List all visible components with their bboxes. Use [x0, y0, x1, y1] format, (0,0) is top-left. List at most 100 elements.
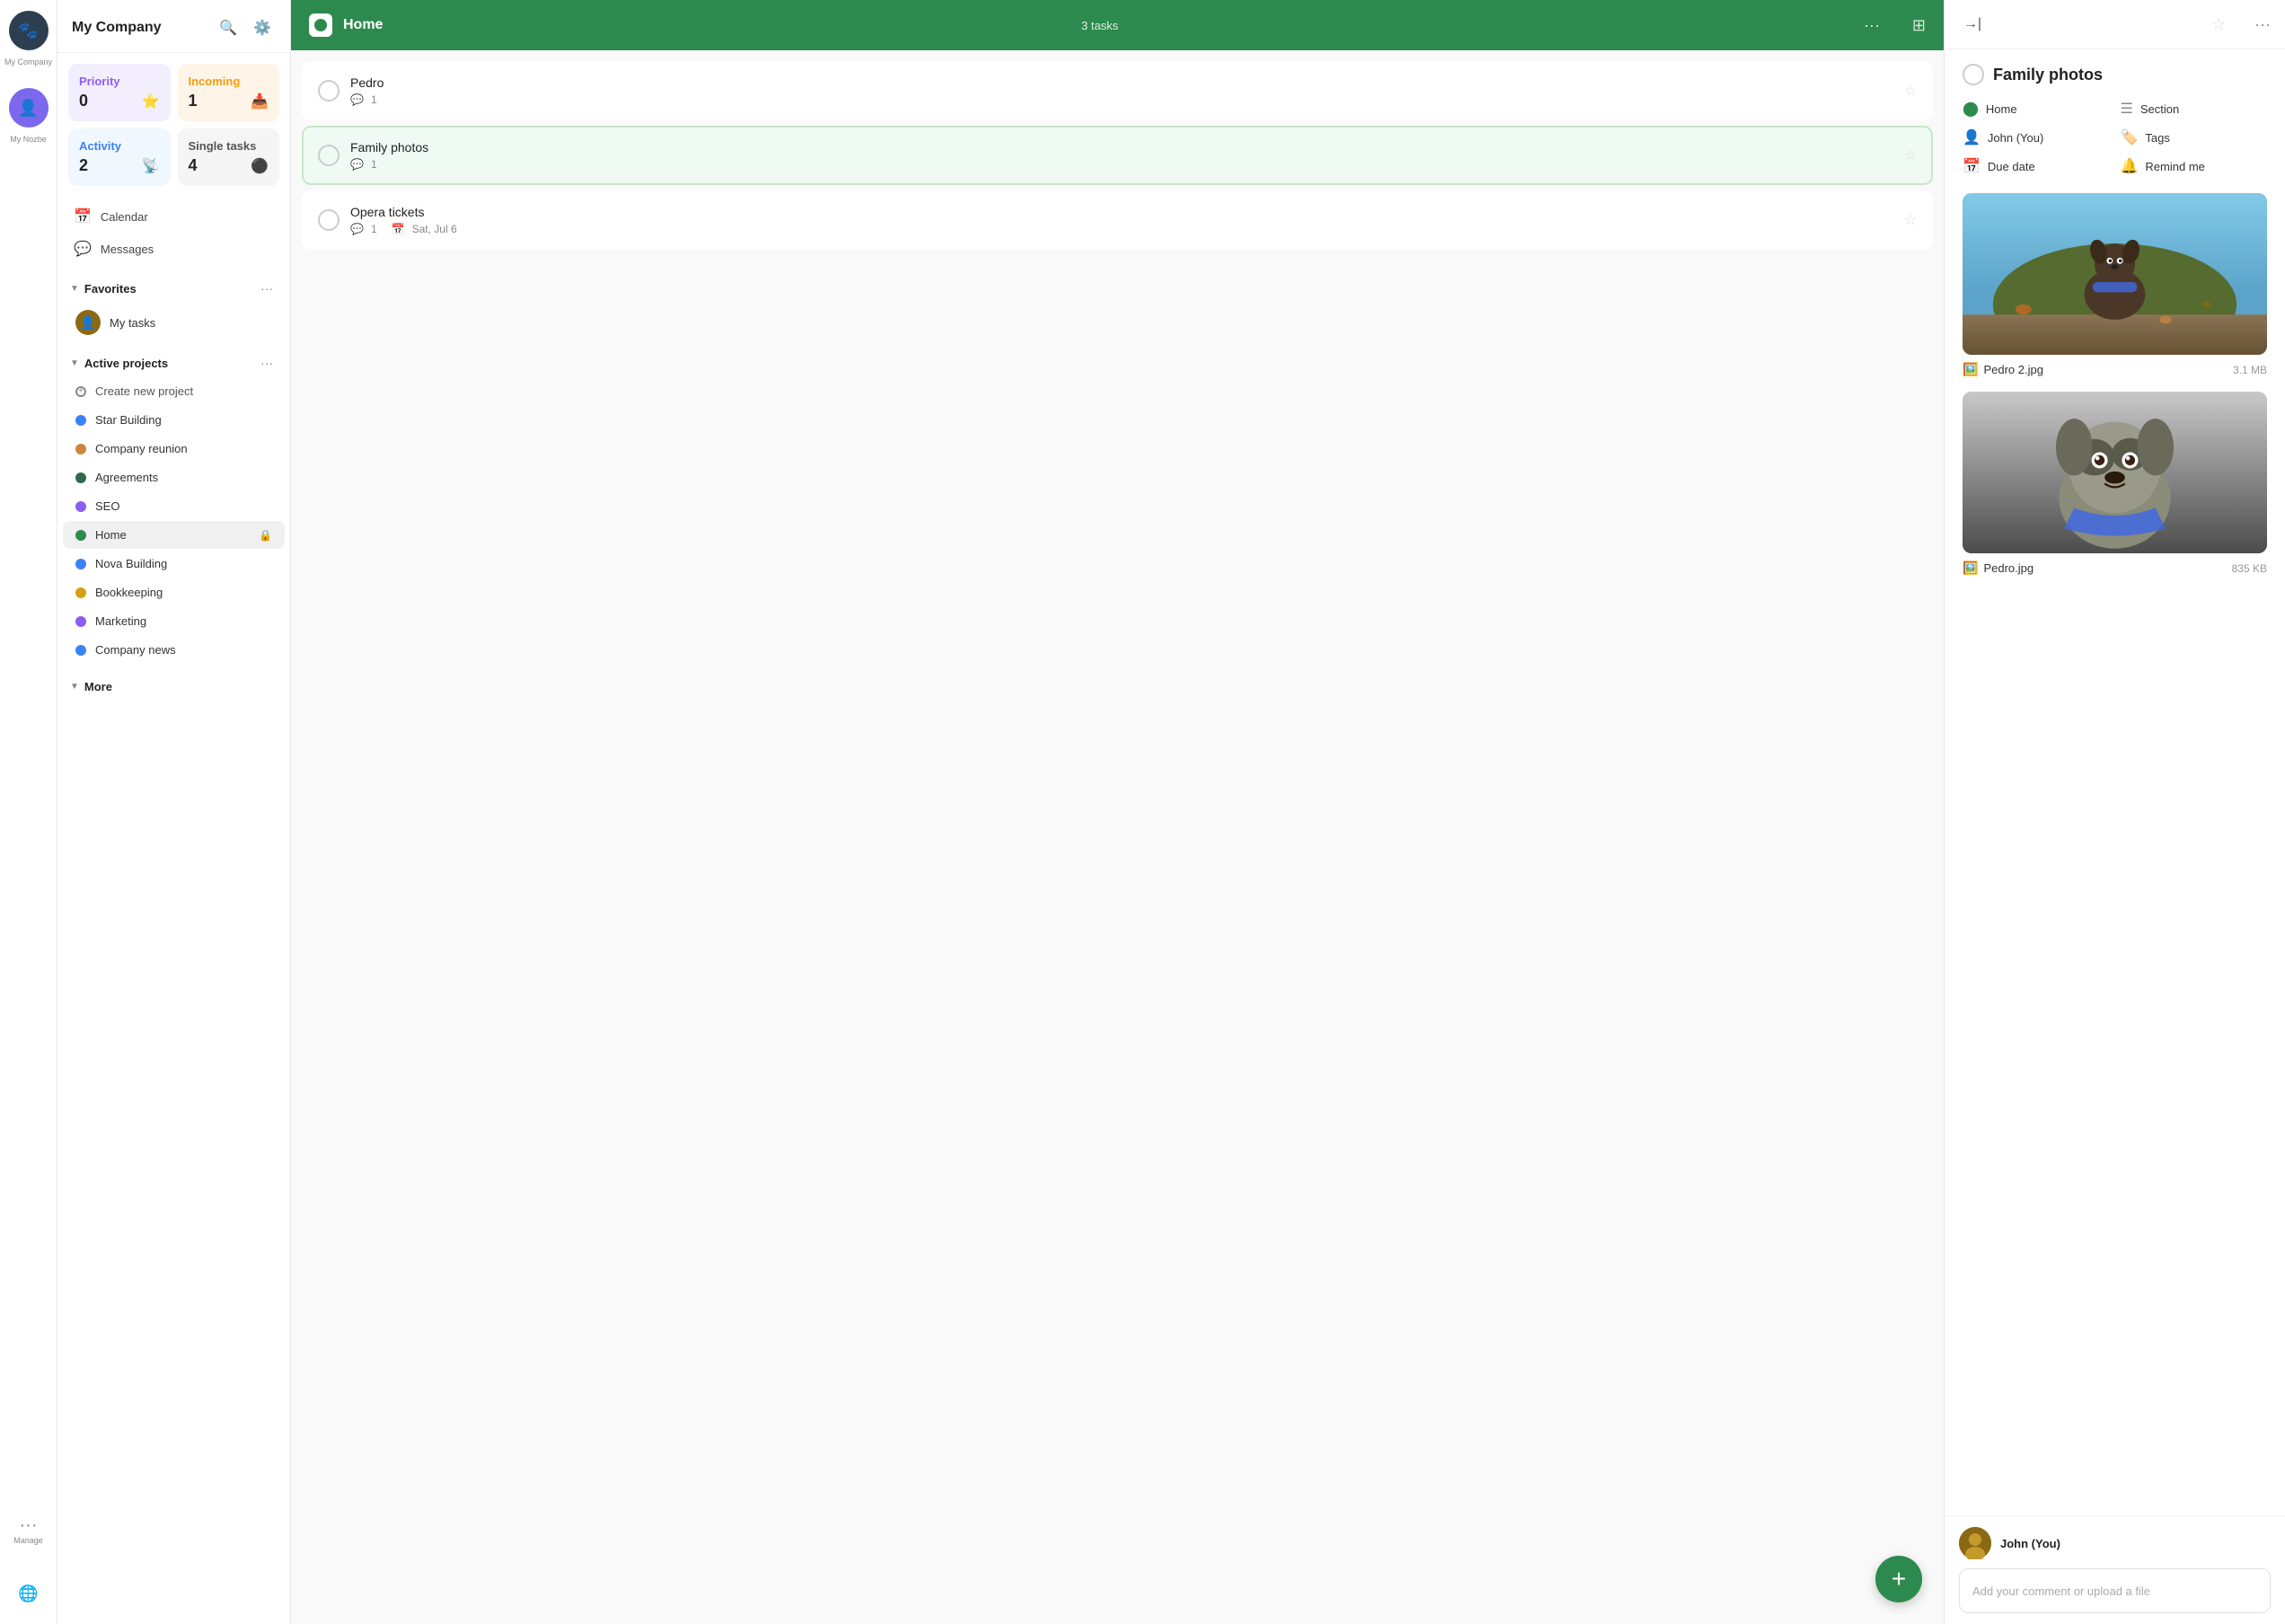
header-filter-icon[interactable]: ⊞	[1912, 16, 1926, 35]
sidebar-item-my-tasks[interactable]: 👤 My tasks	[63, 303, 285, 342]
detail-star-icon[interactable]: ☆	[2211, 15, 2226, 34]
task-circle-pedro[interactable]	[318, 80, 340, 102]
task-star-pedro[interactable]: ☆	[1904, 82, 1917, 100]
activity-card-count: 2	[79, 156, 88, 175]
create-new-project-item[interactable]: + Create new project	[63, 377, 285, 405]
comment-author-row: John (You)	[1959, 1527, 2271, 1559]
detail-task-circle[interactable]	[1963, 64, 1984, 85]
manage-label: Manage	[13, 1536, 43, 1545]
task-star-opera-tickets[interactable]: ☆	[1904, 211, 1917, 229]
company-news-label: Company news	[95, 643, 272, 657]
incoming-card-icon: 📥	[251, 93, 269, 110]
comment-author-name: John (You)	[2000, 1537, 2060, 1550]
comment-icon-pedro: 💬	[350, 93, 364, 106]
comment-icon-family-photos: 💬	[350, 158, 364, 171]
task-item-opera-tickets[interactable]: Opera tickets 💬 1 📅 Sat, Jul 6 ☆	[302, 190, 1933, 250]
sidebar-title: My Company	[72, 20, 162, 36]
sidebar-item-bookkeeping[interactable]: Bookkeeping	[63, 578, 285, 606]
messages-icon: 💬	[74, 240, 92, 258]
detail-project-item[interactable]: ⬤ Home	[1963, 100, 2110, 118]
comment-placeholder: Add your comment or upload a file	[1972, 1584, 2150, 1598]
company-label: My Company	[4, 57, 52, 66]
attachment-pedro-thumb	[1963, 392, 2267, 553]
settings-icon[interactable]: 🌐	[9, 1574, 49, 1613]
comment-author-avatar	[1959, 1527, 1991, 1559]
task-circle-opera-tickets[interactable]	[318, 209, 340, 231]
detail-meta-grid: ⬤ Home ☰ Section 👤 John (You) 🏷️ Tags 📅 …	[1945, 93, 2285, 182]
single-tasks-card[interactable]: Single tasks 4 ⚫	[178, 128, 280, 186]
home-dot	[75, 530, 86, 541]
detail-collapse-button[interactable]: →|	[1959, 11, 1986, 38]
company-avatar[interactable]: 🐾	[9, 11, 49, 50]
calendar-label: Calendar	[101, 210, 148, 224]
settings-gear-icon[interactable]: ⚙️	[249, 14, 276, 41]
task-meta-opera-tickets: 💬 1 📅 Sat, Jul 6	[350, 223, 1893, 235]
task-list-panel-wrapper: Home 3 tasks ··· ⊞ Pedro 💬 1 ☆	[291, 0, 1944, 1624]
search-icon[interactable]: 🔍	[215, 14, 242, 41]
sidebar-item-messages[interactable]: 💬 Messages	[65, 233, 283, 265]
attachment-pedro: 🖼️ Pedro.jpg 835 KB	[1963, 392, 2267, 576]
comment-icon-opera-tickets: 💬	[350, 223, 364, 235]
favorites-section-header[interactable]: ▼ Favorites ···	[57, 269, 290, 303]
activity-card-icon: 📡	[142, 157, 160, 175]
sidebar-item-company-news[interactable]: Company news	[63, 636, 285, 664]
header-more-icon[interactable]: ···	[1864, 16, 1880, 35]
detail-tags-item[interactable]: 🏷️ Tags	[2121, 128, 2268, 146]
detail-due-date-item[interactable]: 📅 Due date	[1963, 157, 2110, 175]
incoming-card-label: Incoming	[189, 75, 269, 88]
sidebar-nav: 📅 Calendar 💬 Messages	[57, 197, 290, 269]
detail-assignee-item[interactable]: 👤 John (You)	[1963, 128, 2110, 146]
sidebar-item-agreements[interactable]: Agreements	[63, 463, 285, 491]
active-projects-section-header[interactable]: ▼ Active projects ···	[57, 343, 290, 377]
sidebar-item-star-building[interactable]: Star Building	[63, 406, 285, 434]
detail-remind-item[interactable]: 🔔 Remind me	[2121, 157, 2268, 175]
company-reunion-dot	[75, 444, 86, 455]
more-section-header[interactable]: ▼ More	[57, 671, 290, 697]
user-avatar[interactable]: 👤	[9, 88, 49, 128]
home-label: Home	[95, 528, 250, 542]
incoming-card[interactable]: Incoming 1 📥	[178, 64, 280, 121]
detail-section-item[interactable]: ☰ Section	[2121, 100, 2268, 118]
add-task-button[interactable]: +	[1875, 1556, 1922, 1602]
attachment-pedro2-filename: Pedro 2.jpg	[1983, 363, 2043, 376]
sidebar-cards: Priority 0 ⭐ Incoming 1 📥 Activity 2 📡 S…	[57, 53, 290, 197]
favorites-more-icon[interactable]: ···	[256, 278, 278, 299]
detail-more-icon[interactable]: ···	[2254, 15, 2271, 34]
marketing-dot	[75, 616, 86, 627]
task-circle-family-photos[interactable]	[318, 145, 340, 166]
single-tasks-card-label: Single tasks	[189, 139, 269, 153]
sidebar-item-nova-building[interactable]: Nova Building	[63, 550, 285, 578]
sidebar-item-marketing[interactable]: Marketing	[63, 607, 285, 635]
activity-card[interactable]: Activity 2 📡	[68, 128, 171, 186]
sidebar-item-seo[interactable]: SEO	[63, 492, 285, 520]
detail-section-label: Section	[2140, 102, 2179, 116]
sidebar-item-calendar[interactable]: 📅 Calendar	[65, 200, 283, 233]
bookkeeping-dot	[75, 587, 86, 598]
project-toggle-icon[interactable]	[309, 13, 332, 37]
detail-due-date-icon: 📅	[1963, 157, 1981, 175]
active-projects-more-icon[interactable]: ···	[256, 352, 278, 374]
priority-card-label: Priority	[79, 75, 160, 88]
sidebar-item-home[interactable]: Home 🔒	[63, 521, 285, 549]
priority-card[interactable]: Priority 0 ⭐	[68, 64, 171, 121]
icon-bar: 🐾 My Company 👤 My Nozbe ··· Manage 🌐	[0, 0, 57, 1624]
seo-dot	[75, 501, 86, 512]
detail-title-row: Family photos	[1945, 49, 2285, 93]
sidebar-item-company-reunion[interactable]: Company reunion	[63, 435, 285, 463]
sidebar: My Company 🔍 ⚙️ Priority 0 ⭐ Incoming 1 …	[57, 0, 291, 1624]
detail-project-dot-icon: ⬤	[1963, 100, 1979, 118]
company-reunion-label: Company reunion	[95, 442, 272, 455]
task-list-header: Home 3 tasks ··· ⊞	[291, 0, 1944, 50]
comment-section: John (You) Add your comment or upload a …	[1945, 1515, 2285, 1624]
detail-project-label: Home	[1986, 102, 2017, 116]
task-item-pedro[interactable]: Pedro 💬 1 ☆	[302, 61, 1933, 120]
task-item-family-photos[interactable]: Family photos 💬 1 ☆	[302, 126, 1933, 185]
priority-card-count: 0	[79, 92, 88, 110]
my-tasks-avatar: 👤	[75, 310, 101, 335]
comment-input[interactable]: Add your comment or upload a file	[1959, 1568, 2271, 1613]
detail-assignee-icon: 👤	[1963, 128, 1981, 146]
manage-icon[interactable]: ···	[20, 1515, 38, 1536]
task-star-family-photos[interactable]: ☆	[1904, 146, 1917, 164]
task-content-family-photos: Family photos 💬 1	[350, 140, 1893, 171]
task-list-panel: Home 3 tasks ··· ⊞ Pedro 💬 1 ☆	[291, 0, 1944, 1624]
